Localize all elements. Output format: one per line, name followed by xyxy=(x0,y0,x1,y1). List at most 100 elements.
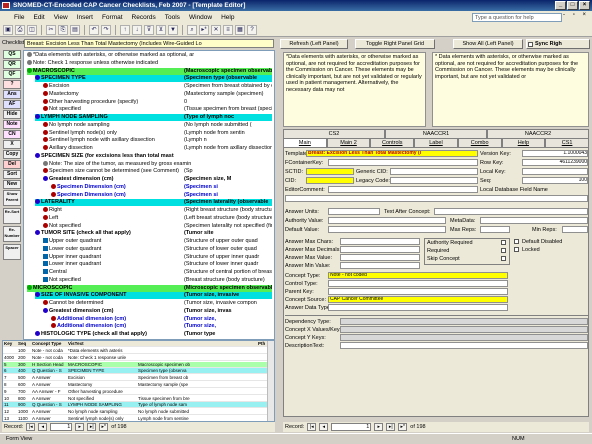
left-button-qs[interactable]: QS xyxy=(3,50,21,59)
answer-min-value-field[interactable] xyxy=(340,262,420,269)
new-record-icon[interactable]: ▸* xyxy=(199,24,209,35)
default-disabled-checkbox[interactable] xyxy=(514,239,519,244)
grid-header-cell[interactable]: Seq xyxy=(18,341,32,346)
first-record-button[interactable]: |◂ xyxy=(26,423,36,431)
tree-row[interactable]: Lower outer quadrant (Structure of lower … xyxy=(43,246,272,253)
menu-item-edit[interactable]: Edit xyxy=(33,14,44,21)
answer-max-chars-field[interactable] xyxy=(340,238,420,245)
left-button-ans[interactable]: Ans xyxy=(3,90,21,99)
tree-row[interactable]: Axillary dissection (Lymph node from axil… xyxy=(43,145,272,152)
seq-field[interactable]: 100 xyxy=(522,177,588,184)
parent-key-field[interactable] xyxy=(328,288,508,295)
undo-icon[interactable]: ↶ xyxy=(89,24,99,35)
concept-y-keys-field[interactable] xyxy=(340,334,588,341)
left-button-af[interactable]: AF xyxy=(3,100,21,109)
tree-row[interactable]: SPECIMEN SIZE (for excisions less than t… xyxy=(35,153,272,160)
left-button-qr[interactable]: QR xyxy=(3,60,21,69)
app-icon[interactable] xyxy=(2,2,10,9)
save-icon[interactable]: ▣ xyxy=(3,24,13,35)
legacy-code-field[interactable] xyxy=(390,177,478,184)
answer-units-field[interactable] xyxy=(328,208,380,215)
left-button-cn[interactable]: CN xyxy=(3,130,21,139)
grid-row[interactable]: 5 300 H Section Head MACROSCOPIC Macroscopic… xyxy=(3,361,274,368)
form-tab-help[interactable]: Help xyxy=(501,138,546,147)
form-tab-naaccr1[interactable]: NAACCR1 xyxy=(385,129,487,138)
template-field[interactable]: Breast: Excision Less Than Total Mastect… xyxy=(306,150,478,157)
left-button-new[interactable]: New xyxy=(3,180,21,189)
grid-vscroll[interactable] xyxy=(267,341,274,421)
copy-icon[interactable]: ⎘ xyxy=(58,24,68,35)
paste-icon[interactable]: ▤ xyxy=(70,24,80,35)
sort-desc-icon[interactable]: ↓ xyxy=(132,24,142,35)
left-button-show-parent[interactable]: Show Parent xyxy=(3,190,21,206)
tree-row[interactable]: Greatest dimension (cm) (Specimen size, M xyxy=(43,176,272,183)
left-button-re-sort[interactable]: Re-Sort xyxy=(3,208,21,224)
tree-row[interactable]: Specimen size cannot be determined (see … xyxy=(43,168,272,175)
grid-row[interactable]: 7 500 A Answer Excision Specimen from breast… xyxy=(3,375,274,382)
cut-icon[interactable]: ✂ xyxy=(46,24,56,35)
tree-row[interactable]: MACROSCOPIC (Macroscopic specimen observa… xyxy=(27,67,272,75)
sort-asc-icon[interactable]: ↑ xyxy=(120,24,130,35)
answer-max-value-field[interactable] xyxy=(340,254,420,261)
default-value-field[interactable] xyxy=(328,226,446,233)
minimize-button[interactable]: _ xyxy=(555,1,566,10)
help-icon[interactable]: ? xyxy=(247,24,257,35)
properties-icon[interactable]: ≡ xyxy=(223,24,233,35)
tree-row[interactable]: Sentinel lymph node with axillary dissec… xyxy=(43,137,272,144)
tree-row[interactable]: Sentinel lymph node(s) only (Lymph node f… xyxy=(43,130,272,137)
right-last-record-button[interactable]: ▸| xyxy=(386,423,396,431)
grid-header-cell[interactable]: Key xyxy=(4,341,18,346)
right-new-record-button[interactable]: ▸* xyxy=(398,423,408,431)
concept-x-values-field[interactable] xyxy=(340,326,588,333)
prev-record-button[interactable]: ◂ xyxy=(38,423,48,431)
tree-row[interactable]: Additional dimension (cm) (Tumor size, xyxy=(51,323,272,330)
tree-row[interactable]: SIZE OF INVASIVE COMPONENT (Tumor size, i… xyxy=(35,292,272,300)
grid-row[interactable]: 6 400 Q Question - S SPECIMEN TYPE Specimen … xyxy=(3,368,274,375)
database-icon[interactable]: ▦ xyxy=(235,24,245,35)
maximize-button[interactable]: □ xyxy=(567,1,578,10)
next-record-button[interactable]: ▸ xyxy=(75,423,85,431)
find-icon[interactable]: ⌕ xyxy=(187,24,197,35)
right-first-record-button[interactable]: |◂ xyxy=(307,423,317,431)
menu-item-window[interactable]: Window xyxy=(189,14,212,21)
left-button--[interactable]: ? xyxy=(3,80,21,89)
description-text-field[interactable] xyxy=(340,342,588,349)
menu-item-format[interactable]: Format xyxy=(102,14,123,21)
tree-row[interactable]: Other harvesting procedure (specify) 0 xyxy=(43,99,272,106)
redo-icon[interactable]: ↷ xyxy=(101,24,111,35)
form-tab-main[interactable]: Main xyxy=(283,138,327,147)
left-button-del[interactable]: Del xyxy=(3,160,21,169)
grid-header-cell[interactable]: VisText xyxy=(68,341,138,346)
concept-grid[interactable]: Key Seq Concept Type VisText Pth 100 Note - no… xyxy=(2,340,275,422)
form-tab-cs1[interactable]: CS1 xyxy=(545,138,589,147)
sync-right-checkbox[interactable] xyxy=(528,42,533,47)
note-text-left[interactable]: *Data elements with asterisks, or otherw… xyxy=(283,52,426,127)
concept-source-combo[interactable]: CAP Cancer Committee xyxy=(328,296,508,303)
local-key-field[interactable] xyxy=(522,168,588,175)
left-button-sort[interactable]: Sort xyxy=(3,170,21,179)
tree-row[interactable]: *Data elements with asterisks, or otherw… xyxy=(27,52,272,59)
checklist-combo[interactable]: Breast: Excision Less Than Total Mastect… xyxy=(24,39,274,48)
right-prev-record-button[interactable]: ◂ xyxy=(319,423,329,431)
grid-row[interactable]: 12 1000 A Answer No lymph node sampling No l… xyxy=(3,409,274,416)
sync-right-toggle[interactable]: Sync Righ xyxy=(526,39,590,49)
grid-row[interactable]: 9 700 AA Answer - F Other harvesting proced… xyxy=(3,389,274,395)
min-reps-field[interactable] xyxy=(562,226,588,233)
max-reps-field[interactable] xyxy=(480,226,510,233)
tree-row[interactable]: Note: Check 1 response unless otherwise … xyxy=(27,60,272,67)
tree-row[interactable]: Lower inner quadrant (Structure of lower … xyxy=(43,261,272,268)
right-next-record-button[interactable]: ▸ xyxy=(374,423,384,431)
tree-row[interactable]: Mastectomy (Mastectomy sample (specimen) xyxy=(43,91,272,98)
skip-concept-checkbox[interactable] xyxy=(501,256,506,261)
show-all-left-panel-button[interactable]: Show All (Left Panel) xyxy=(453,39,523,49)
text-after-concept-field[interactable] xyxy=(434,208,588,215)
form-tab-combo[interactable]: Combo xyxy=(457,138,502,147)
form-tab-naaccr2[interactable]: NAACCR2 xyxy=(487,129,589,138)
left-button-copy[interactable]: Copy xyxy=(3,150,21,159)
left-button-hide[interactable]: Hide xyxy=(3,110,21,119)
tree-row[interactable]: TUMOR SITE (check all that apply) (Tumor … xyxy=(35,230,272,237)
answer-max-decimals-field[interactable] xyxy=(340,246,420,253)
tree-row[interactable]: Greatest dimension (cm) (Tumor size, inva… xyxy=(43,308,272,315)
grid-row[interactable]: 4000 200 Note - not coda Note: Check 1 resp… xyxy=(3,355,274,361)
tree-row[interactable]: Left (Left breast structure (body structu… xyxy=(43,215,272,222)
